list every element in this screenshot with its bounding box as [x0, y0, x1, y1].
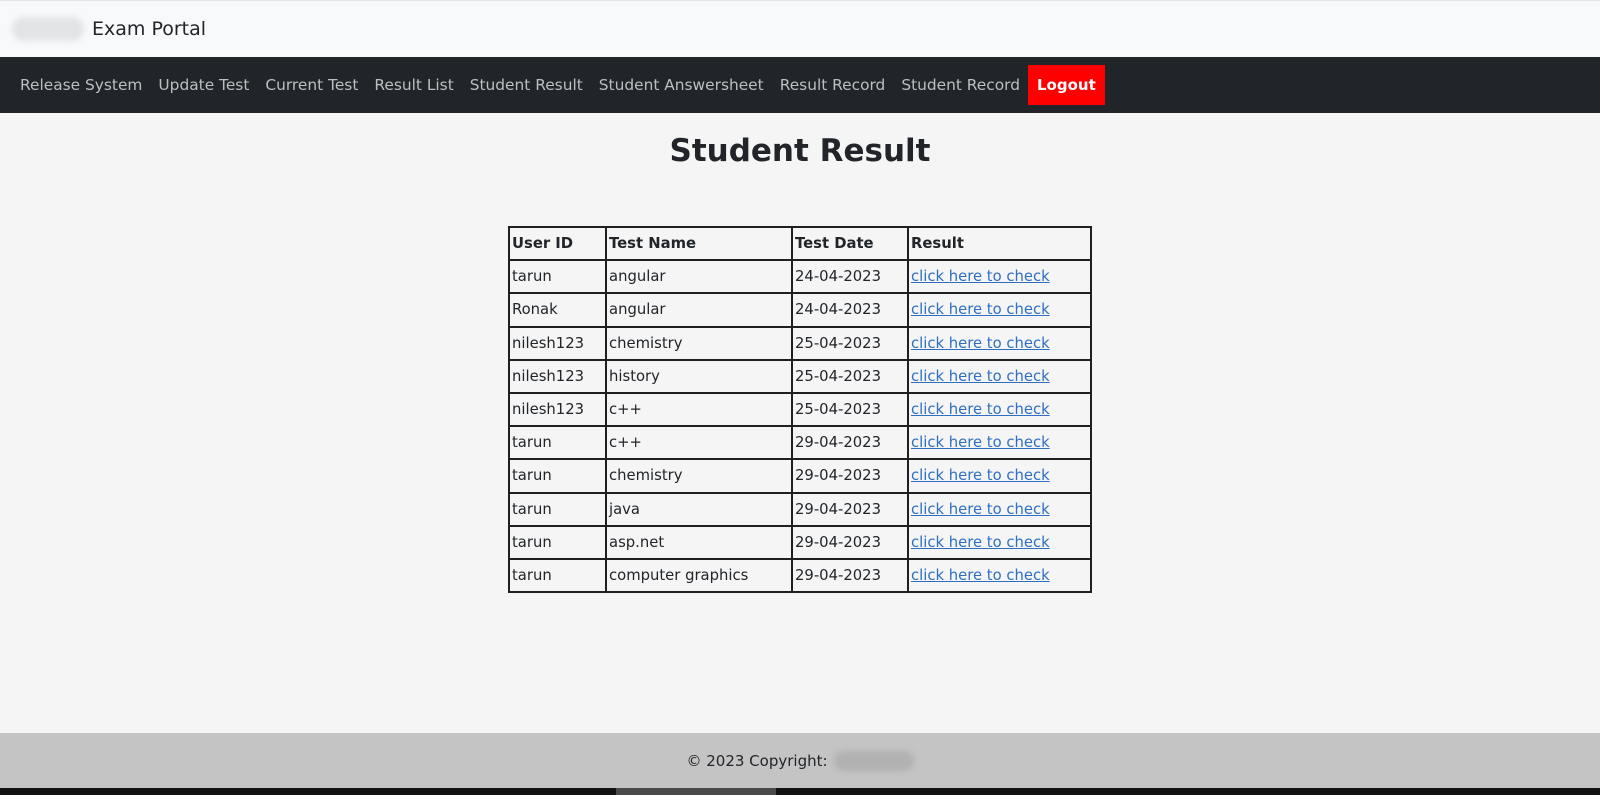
table-row: tarun asp.net 29-04-2023 click here to c…	[508, 524, 1092, 560]
nav-item-student-record[interactable]: Student Record	[893, 57, 1028, 113]
cell-test-date: 29-04-2023	[791, 458, 909, 494]
table-row: tarun computer graphics 29-04-2023 click…	[508, 557, 1092, 594]
check-result-link[interactable]: click here to check	[911, 335, 1050, 352]
cell-test-name: computer graphics	[605, 557, 793, 594]
nav-item-result-list[interactable]: Result List	[366, 57, 461, 113]
column-header-test-date: Test Date	[791, 225, 909, 262]
check-result-link[interactable]: click here to check	[911, 501, 1050, 518]
column-header-result: Result	[907, 225, 1092, 262]
cell-result: click here to check	[907, 425, 1092, 461]
cell-user-id: tarun	[508, 557, 607, 594]
check-result-link[interactable]: click here to check	[911, 534, 1050, 551]
table-row: Ronak angular 24-04-2023 click here to c…	[508, 292, 1092, 328]
nav-item-result-record[interactable]: Result Record	[772, 57, 894, 113]
cell-test-date: 25-04-2023	[791, 325, 909, 361]
cell-test-name: chemistry	[605, 458, 793, 494]
nav-item-current-test[interactable]: Current Test	[257, 57, 366, 113]
cell-test-name: java	[605, 491, 793, 527]
check-result-link[interactable]: click here to check	[911, 301, 1050, 318]
cell-test-date: 24-04-2023	[791, 292, 909, 328]
check-result-link[interactable]: click here to check	[911, 368, 1050, 385]
cell-user-id: tarun	[508, 425, 607, 461]
check-result-link[interactable]: click here to check	[911, 467, 1050, 484]
cell-result: click here to check	[907, 325, 1092, 361]
column-header-user-id: User ID	[508, 225, 607, 262]
cell-test-date: 29-04-2023	[791, 524, 909, 560]
cell-result: click here to check	[907, 491, 1092, 527]
cell-test-date: 24-04-2023	[791, 259, 909, 295]
table-row: nilesh123 history 25-04-2023 click here …	[508, 358, 1092, 394]
check-result-link[interactable]: click here to check	[911, 434, 1050, 451]
cell-test-name: history	[605, 358, 793, 394]
cell-test-date: 29-04-2023	[791, 557, 909, 594]
cell-test-date: 29-04-2023	[791, 491, 909, 527]
top-header: Exam Portal	[0, 0, 1600, 57]
cell-result: click here to check	[907, 458, 1092, 494]
bottom-strip	[0, 788, 1600, 795]
cell-test-name: angular	[605, 259, 793, 295]
cell-user-id: tarun	[508, 458, 607, 494]
footer-copyright-text: © 2023 Copyright:	[686, 751, 828, 770]
table-header-row: User ID Test Name Test Date Result	[508, 225, 1092, 262]
cell-user-id: tarun	[508, 491, 607, 527]
cell-result: click here to check	[907, 259, 1092, 295]
check-result-link[interactable]: click here to check	[911, 567, 1050, 584]
cell-result: click here to check	[907, 292, 1092, 328]
student-result-table: User ID Test Name Test Date Result tarun…	[508, 225, 1092, 594]
cell-result: click here to check	[907, 557, 1092, 594]
table-row: tarun c++ 29-04-2023 click here to check	[508, 425, 1092, 461]
table-row: nilesh123 chemistry 25-04-2023 click her…	[508, 325, 1092, 361]
cell-user-id: Ronak	[508, 292, 607, 328]
cell-test-name: c++	[605, 391, 793, 428]
page-title: Student Result	[669, 133, 931, 169]
cell-result: click here to check	[907, 391, 1092, 428]
main-navbar: Release System Update Test Current Test …	[0, 57, 1600, 113]
cell-user-id: nilesh123	[508, 358, 607, 394]
page-footer: © 2023 Copyright:	[0, 733, 1600, 788]
cell-test-name: c++	[605, 425, 793, 461]
brand-title[interactable]: Exam Portal	[92, 18, 206, 40]
cell-result: click here to check	[907, 524, 1092, 560]
cell-test-date: 29-04-2023	[791, 425, 909, 461]
cell-user-id: tarun	[508, 259, 607, 295]
cell-user-id: nilesh123	[508, 325, 607, 361]
check-result-link[interactable]: click here to check	[911, 268, 1050, 285]
table-row: tarun chemistry 29-04-2023 click here to…	[508, 458, 1092, 494]
check-result-link[interactable]: click here to check	[911, 401, 1050, 418]
cell-test-date: 25-04-2023	[791, 391, 909, 428]
nav-item-student-result[interactable]: Student Result	[462, 57, 591, 113]
column-header-test-name: Test Name	[605, 225, 793, 262]
cell-test-name: angular	[605, 292, 793, 328]
cell-user-id: tarun	[508, 524, 607, 560]
cell-test-name: chemistry	[605, 325, 793, 361]
brand-logo[interactable]	[12, 17, 84, 41]
nav-item-update-test[interactable]: Update Test	[150, 57, 257, 113]
cell-user-id: nilesh123	[508, 391, 607, 428]
bottom-strip-tab	[616, 788, 776, 795]
table-row: tarun java 29-04-2023 click here to chec…	[508, 491, 1092, 527]
footer-copyright-link[interactable]	[833, 750, 914, 771]
nav-item-student-answersheet[interactable]: Student Answersheet	[591, 57, 772, 113]
table-row: nilesh123 c++ 25-04-2023 click here to c…	[508, 391, 1092, 428]
nav-item-release-system[interactable]: Release System	[12, 57, 150, 113]
table-row: tarun angular 24-04-2023 click here to c…	[508, 259, 1092, 295]
cell-test-date: 25-04-2023	[791, 358, 909, 394]
cell-test-name: asp.net	[605, 524, 793, 560]
logout-button[interactable]: Logout	[1027, 65, 1105, 105]
cell-result: click here to check	[907, 358, 1092, 394]
